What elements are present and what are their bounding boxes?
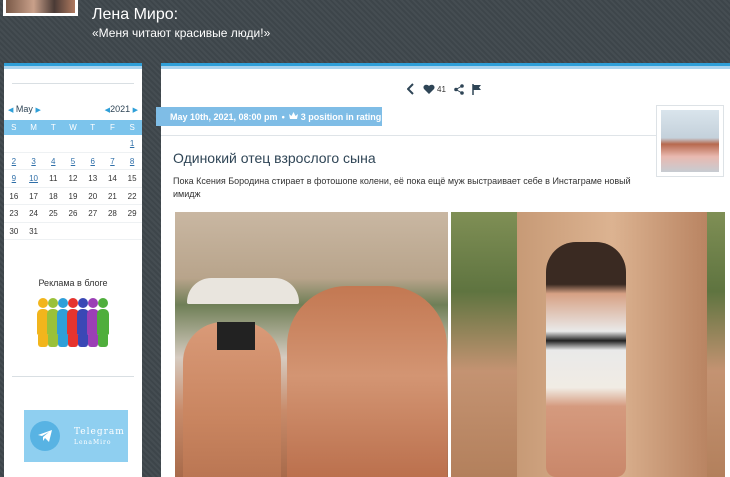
year-selector[interactable]: ◀2021 ▶ [105,104,138,114]
calendar-day: 13 [82,170,103,188]
ads-label: Реклама в блоге [38,278,108,288]
calendar-day: 20 [82,188,103,205]
calendar-weekday: S [129,123,135,132]
calendar-day[interactable]: 6 [82,153,103,170]
calendar-empty-cell [43,135,64,153]
calendar-day[interactable]: 4 [43,153,64,170]
calendar-day: 29 [122,205,142,223]
telegram-icon [30,421,60,451]
post-panel: 41 May 10th, 2021, 08:00 pm • 3 position… [156,63,730,477]
next-month-icon[interactable]: ▶ [35,107,40,114]
calendar-day[interactable]: 9 [4,170,24,188]
month-selector[interactable]: ◀ May ▶ [8,104,41,114]
calendar-day[interactable]: 3 [23,153,44,170]
post-photo-right [451,212,725,477]
calendar-day: 11 [43,170,64,188]
calendar-day: 17 [23,188,44,205]
blog-subtitle: «Меня читают красивые люди!» [92,26,271,40]
figure-icon [97,298,109,354]
post-excerpt: Пока Ксения Бородина стирает в фотошопе … [173,176,631,199]
back-icon[interactable] [407,83,415,95]
calendar-day: 31 [23,223,44,240]
ads-banner[interactable] [4,298,142,354]
calendar-day: 18 [43,188,64,205]
author-thumbnail-image [661,110,719,172]
calendar-empty-cell [63,223,83,240]
calendar-day[interactable]: 5 [63,153,83,170]
calendar-day: 23 [4,205,24,223]
post-actions: 41 [407,83,482,95]
next-year-icon[interactable]: ▶ [133,107,138,114]
calendar-weekday: S [11,123,17,132]
sidebar: ◀ May ▶ ◀2021 ▶ SMTWTFS 1 2 3 4 5 6 7 8 9 10 11 12 1… [4,63,142,477]
calendar-empty-cell [82,223,103,240]
calendar-empty-cell [4,135,24,153]
calendar-day[interactable]: 8 [122,153,142,170]
post-rating[interactable]: 3 position in rating [301,112,382,122]
telegram-banner[interactable]: Telegram LenaMiro [24,410,128,462]
calendar-day[interactable]: 1 [122,135,142,153]
calendar-weekday-header: SMTWTFS [4,120,142,135]
calendar-empty-cell [63,135,83,153]
calendar-day: 25 [43,205,64,223]
telegram-title: Telegram [74,426,125,437]
telegram-handle: LenaMiro [74,438,112,446]
calendar-weekday: W [69,123,77,132]
calendar-day: 24 [23,205,44,223]
censor-block [217,322,255,350]
calendar-empty-cell [82,135,103,153]
calendar-day: 26 [63,205,83,223]
calendar-day[interactable]: 2 [4,153,24,170]
calendar-day: 16 [4,188,24,205]
post-meta-bar: May 10th, 2021, 08:00 pm • 3 position in… [156,107,382,126]
calendar-grid: 1 2 3 4 5 6 7 8 9 10 11 12 13 14 15 16 17 18 19 20 21 22 23 24 2… [4,135,142,240]
blog-title[interactable]: Лена Миро: [92,6,178,24]
calendar-empty-cell [43,223,64,240]
post-image[interactable] [175,212,725,477]
calendar-day: 30 [4,223,24,240]
calendar-day[interactable]: 10 [23,170,44,188]
calendar-day[interactable]: 7 [102,153,123,170]
calendar-year: 2021 [110,104,131,114]
sidebar-top-bar [4,63,142,69]
meta-separator: • [281,111,285,122]
calendar-day: 14 [102,170,123,188]
prev-month-icon[interactable]: ◀ [8,107,13,114]
calendar-day: 27 [82,205,103,223]
calendar-empty-cell [102,135,123,153]
main-top-bar [161,63,730,69]
calendar-empty-cell [102,223,123,240]
calendar-empty-cell [122,223,142,240]
flag-icon[interactable] [472,83,482,95]
calendar-empty-cell [23,135,44,153]
crown-icon [288,111,298,122]
meta-divider [161,135,662,136]
calendar-weekday: T [50,123,56,132]
author-thumbnail[interactable] [656,105,724,177]
post-photo-left [175,212,448,477]
post-date[interactable]: May 10th, 2021, 08:00 pm [170,112,278,122]
sidebar-divider [12,376,134,377]
calendar-weekday: F [109,123,115,132]
calendar-month: May [15,104,33,114]
blog-avatar[interactable] [3,0,78,16]
calendar-day: 22 [122,188,142,205]
calendar-day: 21 [102,188,123,205]
heart-icon[interactable] [423,84,435,95]
calendar-day: 15 [122,170,142,188]
calendar-weekday: T [90,123,96,132]
post-title[interactable]: Одинокий отец взрослого сына [173,150,376,166]
calendar-day: 12 [63,170,83,188]
likes-count: 41 [437,84,446,94]
calendar-weekday: M [30,123,37,132]
calendar-day: 28 [102,205,123,223]
calendar-nav: ◀ May ▶ ◀2021 ▶ [4,84,142,114]
share-icon[interactable] [454,83,464,95]
calendar-day: 19 [63,188,83,205]
